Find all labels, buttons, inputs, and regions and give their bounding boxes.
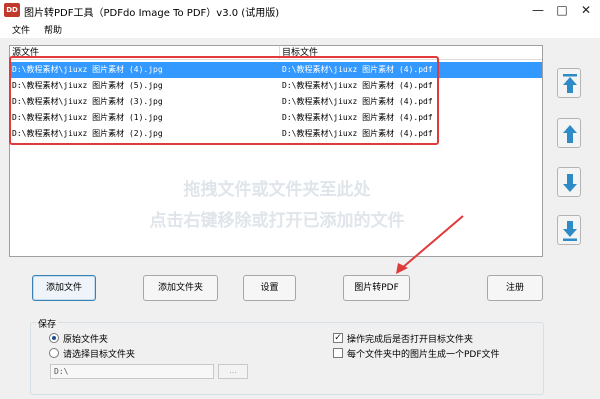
maximize-button[interactable]: □: [552, 2, 572, 18]
radio-choose-folder[interactable]: [49, 348, 59, 358]
source-cell: D:\教程素材\jiuxz 图片素材 (4).jpg: [12, 65, 163, 74]
column-target[interactable]: 目标文件: [280, 46, 542, 60]
table-row[interactable]: D:\教程素材\jiuxz 图片素材 (1).jpg D:\教程素材\jiuxz …: [10, 110, 542, 126]
move-up-icon: [563, 125, 577, 143]
open-after-label[interactable]: 操作完成后是否打开目标文件夹: [347, 332, 473, 345]
file-list[interactable]: 源文件 目标文件 D:\教程素材\jiuxz 图片素材 (4).jpg D:\教程…: [9, 45, 543, 257]
source-cell: D:\教程素材\jiuxz 图片素材 (3).jpg: [12, 97, 163, 106]
radio-choose-folder-label[interactable]: 请选择目标文件夹: [63, 347, 135, 360]
table-row[interactable]: D:\教程素材\jiuxz 图片素材 (2).jpg D:\教程素材\jiuxz …: [10, 126, 542, 142]
radio-original-folder[interactable]: [49, 333, 59, 343]
move-bottom-button[interactable]: [557, 215, 581, 245]
source-cell: D:\教程素材\jiuxz 图片素材 (2).jpg: [12, 129, 163, 138]
move-up-button[interactable]: [557, 118, 581, 148]
minimize-button[interactable]: —: [528, 2, 548, 18]
browse-button[interactable]: ...: [218, 364, 248, 379]
close-button[interactable]: ✕: [576, 2, 596, 18]
table-row[interactable]: D:\教程素材\jiuxz 图片素材 (5).jpg D:\教程素材\jiuxz …: [10, 78, 542, 94]
table-row[interactable]: D:\教程素材\jiuxz 图片素材 (4).jpg D:\教程素材\jiuxz …: [10, 62, 542, 78]
target-cell: D:\教程素材\jiuxz 图片素材 (4).pdf: [282, 81, 433, 90]
title-bar: DD 图片转PDF工具（PDFdo Image To PDF）v3.0 (试用版…: [0, 0, 600, 22]
drop-hint-line1: 拖拽文件或文件夹至此处: [183, 180, 371, 200]
settings-button[interactable]: 设置: [243, 275, 296, 301]
radio-original-folder-label[interactable]: 原始文件夹: [63, 332, 108, 345]
drop-hint-line2: 点击右键移除或打开已添加的文件: [149, 211, 405, 231]
column-source[interactable]: 源文件: [10, 46, 280, 60]
menu-bar: 文件 帮助: [0, 22, 600, 38]
move-top-button[interactable]: [557, 68, 581, 98]
add-folder-button[interactable]: 添加文件夹: [143, 275, 218, 301]
move-bottom-icon: [563, 221, 577, 241]
app-icon: DD: [4, 3, 20, 17]
one-pdf-per-folder-label[interactable]: 每个文件夹中的图片生成一个PDF文件: [347, 347, 500, 360]
add-file-button[interactable]: 添加文件: [32, 275, 96, 301]
menu-help[interactable]: 帮助: [44, 23, 62, 36]
one-pdf-per-folder-checkbox[interactable]: [333, 348, 343, 358]
source-cell: D:\教程素材\jiuxz 图片素材 (5).jpg: [12, 81, 163, 90]
target-cell: D:\教程素材\jiuxz 图片素材 (4).pdf: [282, 97, 433, 106]
convert-button[interactable]: 图片转PDF: [343, 275, 410, 301]
source-cell: D:\教程素材\jiuxz 图片素材 (1).jpg: [12, 113, 163, 122]
save-group-label: 保存: [36, 317, 59, 330]
target-folder-input[interactable]: D:\: [50, 364, 214, 379]
table-row[interactable]: D:\教程素材\jiuxz 图片素材 (3).jpg D:\教程素材\jiuxz …: [10, 94, 542, 110]
register-button[interactable]: 注册: [487, 275, 543, 301]
list-header: 源文件 目标文件: [10, 46, 542, 60]
move-down-icon: [563, 174, 577, 192]
target-cell: D:\教程素材\jiuxz 图片素材 (4).pdf: [282, 65, 433, 74]
target-cell: D:\教程素材\jiuxz 图片素材 (4).pdf: [282, 129, 433, 138]
open-after-checkbox[interactable]: ✓: [333, 333, 343, 343]
move-down-button[interactable]: [557, 167, 581, 197]
move-top-icon: [563, 74, 577, 93]
menu-file[interactable]: 文件: [12, 23, 30, 36]
target-cell: D:\教程素材\jiuxz 图片素材 (4).pdf: [282, 113, 433, 122]
window-title: 图片转PDF工具（PDFdo Image To PDF）v3.0 (试用版): [24, 8, 280, 19]
